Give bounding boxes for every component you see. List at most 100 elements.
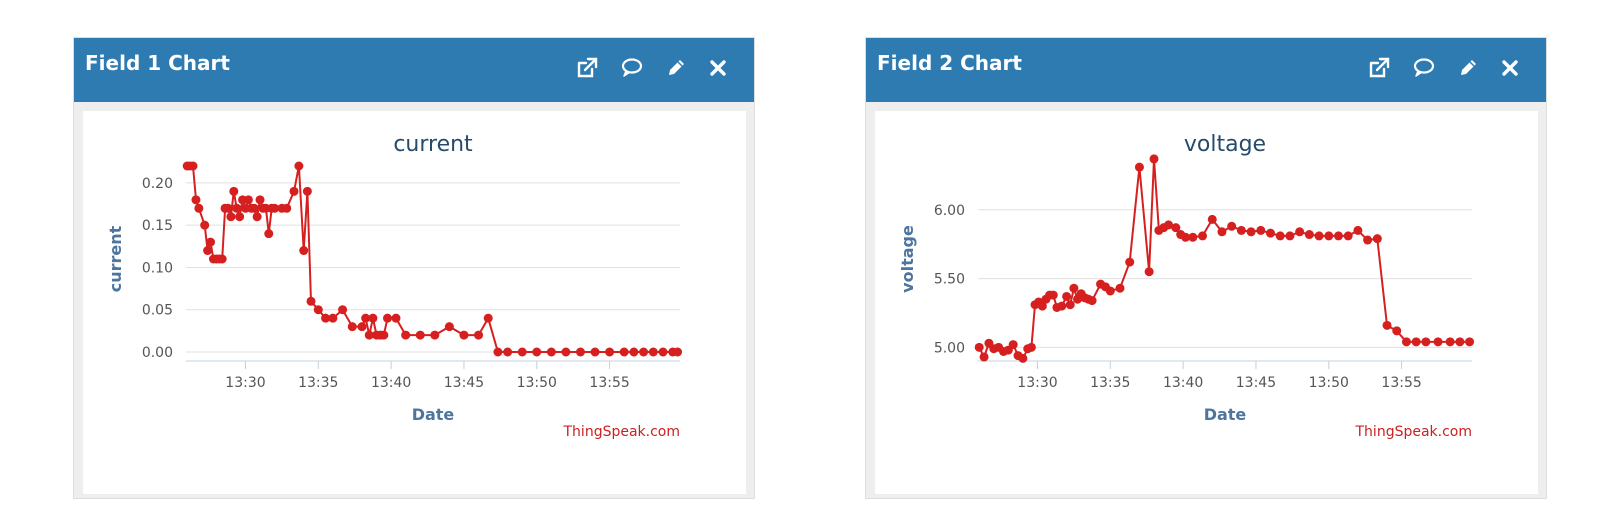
data-point[interactable] — [368, 313, 378, 323]
comment-icon[interactable] — [1411, 55, 1437, 81]
data-point[interactable] — [1421, 337, 1431, 347]
data-point[interactable] — [203, 246, 213, 256]
pencil-icon[interactable] — [663, 55, 689, 81]
data-point[interactable] — [1445, 337, 1455, 347]
data-point[interactable] — [294, 161, 304, 171]
data-point[interactable] — [532, 347, 542, 357]
external-link-icon[interactable] — [1366, 55, 1392, 81]
data-point[interactable] — [382, 313, 392, 323]
data-point[interactable] — [1266, 228, 1276, 238]
data-point[interactable] — [1295, 227, 1305, 237]
data-point[interactable] — [1149, 154, 1159, 164]
data-point[interactable] — [1115, 283, 1125, 293]
data-point[interactable] — [444, 322, 454, 332]
data-point[interactable] — [1433, 337, 1443, 347]
thingspeak-credit-link[interactable]: ThingSpeak.com — [1355, 424, 1473, 440]
external-link-icon[interactable] — [574, 55, 600, 81]
data-point[interactable] — [430, 330, 440, 340]
data-point[interactable] — [1236, 225, 1246, 235]
data-point[interactable] — [1465, 337, 1475, 347]
data-point[interactable] — [1363, 235, 1373, 245]
data-point[interactable] — [1057, 301, 1067, 311]
data-point[interactable] — [1008, 340, 1018, 350]
data-point[interactable] — [391, 313, 401, 323]
data-point[interactable] — [226, 212, 236, 222]
data-point[interactable] — [1275, 231, 1285, 241]
data-point[interactable] — [1026, 342, 1036, 352]
close-icon[interactable] — [705, 55, 731, 81]
data-point[interactable] — [1125, 257, 1135, 267]
pencil-icon[interactable] — [1455, 55, 1481, 81]
data-point[interactable] — [188, 161, 198, 171]
data-point[interactable] — [235, 212, 245, 222]
data-point[interactable] — [1134, 162, 1144, 172]
data-point[interactable] — [313, 305, 323, 315]
data-point[interactable] — [1065, 300, 1075, 310]
data-point[interactable] — [299, 246, 309, 256]
data-point[interactable] — [289, 186, 299, 196]
data-point[interactable] — [252, 212, 262, 222]
data-point[interactable] — [1048, 290, 1058, 300]
data-point[interactable] — [1392, 326, 1402, 336]
data-point[interactable] — [979, 352, 989, 362]
close-icon[interactable] — [1497, 55, 1523, 81]
data-point[interactable] — [1314, 231, 1324, 241]
data-point[interactable] — [493, 347, 503, 357]
data-point[interactable] — [1198, 231, 1208, 241]
data-point[interactable] — [546, 347, 556, 357]
data-point[interactable] — [255, 195, 265, 205]
data-point[interactable] — [474, 330, 484, 340]
data-point[interactable] — [1382, 320, 1392, 330]
data-point[interactable] — [200, 220, 210, 230]
data-point[interactable] — [206, 237, 216, 247]
data-point[interactable] — [1207, 214, 1217, 224]
data-point[interactable] — [328, 313, 338, 323]
data-point[interactable] — [401, 330, 411, 340]
data-point[interactable] — [1062, 291, 1072, 301]
data-point[interactable] — [1372, 234, 1382, 244]
data-point[interactable] — [1217, 227, 1227, 237]
data-point[interactable] — [1105, 286, 1115, 296]
data-point[interactable] — [575, 347, 585, 357]
data-point[interactable] — [974, 342, 984, 352]
data-point[interactable] — [1455, 337, 1465, 347]
data-point[interactable] — [1256, 225, 1266, 235]
data-point[interactable] — [249, 203, 259, 213]
data-point[interactable] — [338, 305, 348, 315]
thingspeak-credit-link[interactable]: ThingSpeak.com — [563, 424, 681, 440]
data-point[interactable] — [379, 330, 389, 340]
data-point[interactable] — [243, 195, 253, 205]
data-point[interactable] — [302, 186, 312, 196]
data-point[interactable] — [1227, 221, 1237, 231]
data-point[interactable] — [1069, 283, 1079, 293]
data-point[interactable] — [1411, 337, 1421, 347]
data-point[interactable] — [1304, 230, 1314, 240]
data-point[interactable] — [232, 203, 242, 213]
data-point[interactable] — [619, 347, 629, 357]
data-point[interactable] — [191, 195, 201, 205]
data-point[interactable] — [1018, 353, 1028, 363]
data-point[interactable] — [1324, 231, 1334, 241]
data-point[interactable] — [347, 322, 357, 332]
data-point[interactable] — [1343, 231, 1353, 241]
data-point[interactable] — [229, 186, 239, 196]
data-point[interactable] — [223, 203, 233, 213]
data-point[interactable] — [357, 322, 367, 332]
data-point[interactable] — [1333, 231, 1343, 241]
data-point[interactable] — [194, 203, 204, 213]
data-point[interactable] — [264, 229, 274, 239]
data-point[interactable] — [1353, 225, 1363, 235]
data-point[interactable] — [282, 203, 292, 213]
data-point[interactable] — [561, 347, 571, 357]
data-point[interactable] — [483, 313, 493, 323]
data-point[interactable] — [517, 347, 527, 357]
data-point[interactable] — [648, 347, 658, 357]
data-point[interactable] — [306, 296, 316, 306]
data-point[interactable] — [605, 347, 615, 357]
data-point[interactable] — [1144, 267, 1154, 277]
data-point[interactable] — [1087, 296, 1097, 306]
data-point[interactable] — [629, 347, 639, 357]
data-point[interactable] — [1401, 337, 1411, 347]
data-point[interactable] — [503, 347, 513, 357]
data-point[interactable] — [1246, 227, 1256, 237]
